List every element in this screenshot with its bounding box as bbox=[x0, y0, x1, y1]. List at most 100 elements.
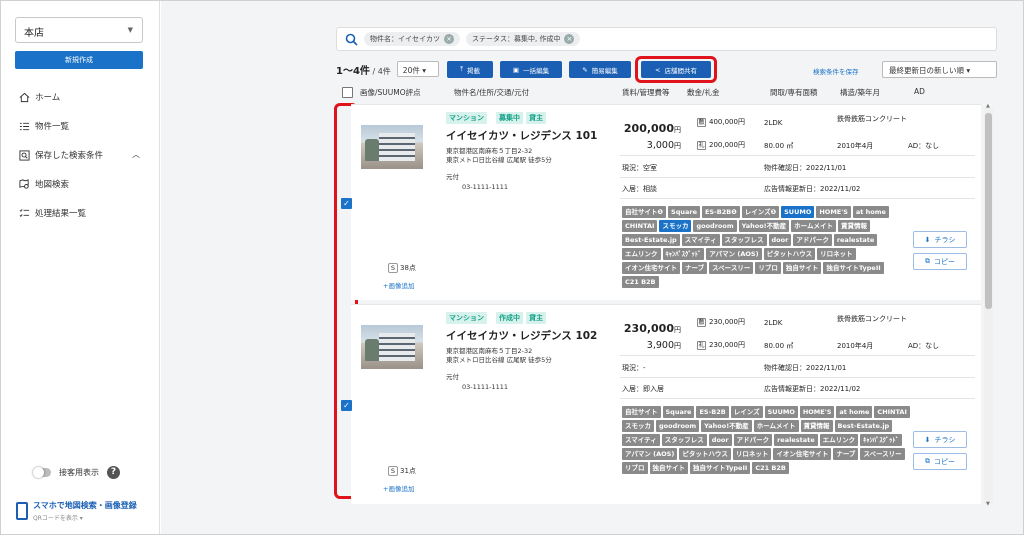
mobile-promo[interactable]: スマホで地図検索・画像登録 QRコードを表示 ▾ bbox=[16, 500, 137, 522]
portal-site-tag[interactable]: ピタットハウス bbox=[679, 448, 731, 460]
portal-site-tag[interactable]: Square bbox=[668, 206, 700, 218]
portal-site-tag[interactable]: ナーブ bbox=[682, 262, 708, 274]
portal-site-tag[interactable]: HOME'S bbox=[816, 206, 851, 218]
scrollbar-thumb[interactable] bbox=[985, 113, 992, 309]
portal-site-tag[interactable]: Square bbox=[662, 406, 695, 418]
filter-chip-status[interactable]: ステータス：募集中, 作成中 × bbox=[466, 32, 581, 46]
search-bar[interactable]: 物件名：イイセイカツ × ステータス：募集中, 作成中 × bbox=[336, 27, 997, 51]
portal-site-tag[interactable]: realestate bbox=[833, 234, 878, 246]
portal-site-tag[interactable]: 独自サイト bbox=[782, 262, 822, 274]
portal-site-tag[interactable]: アドパーク bbox=[793, 234, 832, 246]
portal-site-tag[interactable]: スタッフレス bbox=[721, 234, 767, 246]
add-image-link[interactable]: +画像追加 bbox=[383, 280, 414, 290]
portal-site-tag[interactable]: イオン住宅サイト bbox=[773, 448, 832, 460]
portal-site-tag[interactable]: Yahoo!不動産 bbox=[701, 420, 752, 432]
portal-site-tag[interactable]: SUUMO bbox=[781, 206, 815, 218]
portal-site-tag[interactable]: アドパーク bbox=[733, 434, 773, 446]
row-checkbox[interactable]: ✓ bbox=[341, 400, 352, 411]
portal-site-tag[interactable]: ｷｬﾝﾊﾟｽｸﾞｯﾄﾞ bbox=[662, 248, 705, 260]
portal-site-tag[interactable]: 賃貸情報 bbox=[837, 220, 870, 232]
qr-code-link[interactable]: QRコードを表示 ▾ bbox=[33, 513, 137, 522]
property-photo[interactable] bbox=[361, 125, 423, 169]
sidebar-item-home[interactable]: ホーム bbox=[19, 89, 60, 105]
portal-site-tag[interactable]: ホームメイト bbox=[791, 220, 836, 232]
portal-site-tag[interactable]: Best-Estate.jp bbox=[834, 420, 893, 432]
portal-site-tag[interactable]: エムリンク bbox=[819, 434, 859, 446]
scroll-up-icon[interactable]: ▲ bbox=[986, 103, 990, 109]
portal-site-tag[interactable]: 自社サイト bbox=[622, 406, 661, 418]
help-icon[interactable]: ? bbox=[107, 466, 120, 479]
portal-site-tag[interactable]: ｷｬﾝﾊﾟｽｸﾞｯﾄﾞ bbox=[860, 434, 902, 446]
select-all-checkbox[interactable] bbox=[342, 87, 353, 98]
row-checkbox[interactable]: ✓ bbox=[341, 198, 352, 209]
portal-site-tag[interactable]: スマイティ bbox=[681, 234, 720, 246]
portal-site-tag[interactable]: リブロ bbox=[622, 462, 648, 474]
portal-site-tag[interactable]: ES-B2B❶ bbox=[701, 206, 740, 218]
property-name[interactable]: イイセイカツ・レジデンス 101 bbox=[446, 128, 597, 143]
add-image-link[interactable]: +画像追加 bbox=[383, 483, 414, 493]
portal-site-tag[interactable]: スペースリー bbox=[860, 448, 905, 460]
portal-site-tag[interactable]: CHINTAI bbox=[874, 406, 910, 418]
sidebar-item-list[interactable]: 物件一覧 bbox=[19, 118, 69, 134]
copy-button[interactable]: ⧉ コピー bbox=[913, 453, 967, 470]
portal-site-tag[interactable]: realestate bbox=[774, 434, 818, 446]
bulk-edit-button[interactable]: ▣ 一括編集 bbox=[500, 61, 562, 78]
close-icon[interactable]: × bbox=[444, 34, 454, 44]
sort-select[interactable]: 最終更新日の新しい順 ▾ bbox=[882, 61, 997, 78]
quick-edit-button[interactable]: ✎ 簡易編集 bbox=[569, 61, 631, 78]
publish-button[interactable]: ⤒ 掲載 bbox=[447, 61, 493, 78]
close-icon[interactable]: × bbox=[564, 34, 575, 44]
portal-site-tag[interactable]: Best-Estate.jp bbox=[622, 234, 680, 246]
portal-site-tag[interactable]: 独自サイト bbox=[649, 462, 688, 474]
portal-site-tag[interactable]: リロネット bbox=[732, 448, 772, 460]
copy-button[interactable]: ⧉ コピー bbox=[913, 253, 967, 270]
portal-site-tag[interactable]: ナーブ bbox=[833, 448, 859, 460]
portal-site-tag[interactable]: スモッカ bbox=[622, 420, 654, 432]
portal-site-tag[interactable]: 独自サイトTypeII bbox=[690, 462, 751, 474]
portal-site-tag[interactable]: door bbox=[768, 234, 792, 246]
flyer-button[interactable]: ⬇ チラシ bbox=[913, 431, 967, 448]
property-photo[interactable] bbox=[361, 325, 423, 369]
chevron-up-icon[interactable]: ︿ bbox=[132, 149, 140, 160]
portal-site-tag[interactable]: レインズ bbox=[730, 406, 763, 418]
portal-site-tag[interactable]: スタッフレス bbox=[661, 434, 707, 446]
sidebar-item-results[interactable]: 処理結果一覧 bbox=[19, 205, 86, 221]
portal-site-tag[interactable]: C21 B2B bbox=[752, 462, 789, 474]
portal-site-tag[interactable]: 独自サイトTypeII bbox=[823, 262, 884, 274]
property-name[interactable]: イイセイカツ・レジデンス 102 bbox=[446, 328, 597, 343]
portal-site-tag[interactable]: スペースリー bbox=[709, 262, 754, 274]
portal-site-tag[interactable]: Yahoo!不動産 bbox=[738, 220, 790, 232]
portal-site-tag[interactable]: 自社サイト❶ bbox=[622, 206, 667, 218]
portal-site-tag[interactable]: アパマン (AOS) bbox=[622, 448, 678, 460]
portal-site-tag[interactable]: ES-B2B bbox=[696, 406, 729, 418]
portal-site-tag[interactable]: CHINTAI bbox=[622, 220, 658, 232]
portal-site-tag[interactable]: イオン住宅サイト bbox=[622, 262, 680, 274]
portal-site-tag[interactable]: アパマン (AOS) bbox=[706, 248, 762, 260]
sidebar-item-saved-search[interactable]: 保存した検索条件 bbox=[19, 147, 103, 163]
portal-site-tag[interactable]: SUUMO bbox=[764, 406, 798, 418]
portal-site-tag[interactable]: エムリンク bbox=[622, 248, 661, 260]
portal-site-tag[interactable]: ホームメイト bbox=[753, 420, 799, 432]
scrollbar[interactable] bbox=[984, 108, 993, 504]
portal-site-tag[interactable]: HOME'S bbox=[799, 406, 835, 418]
new-create-button[interactable]: 新規作成 bbox=[15, 51, 143, 69]
portal-site-tag[interactable]: リロネット bbox=[817, 248, 856, 260]
per-page-select[interactable]: 20件 ▾ bbox=[396, 61, 439, 77]
portal-site-tag[interactable]: 賃貸情報 bbox=[800, 420, 833, 432]
customer-view-toggle[interactable] bbox=[33, 467, 51, 478]
store-select[interactable]: 本店 ▼ bbox=[15, 17, 143, 43]
scroll-down-icon[interactable]: ▼ bbox=[986, 501, 990, 507]
save-search-link[interactable]: 検索条件を保存 bbox=[813, 66, 859, 76]
portal-site-tag[interactable]: goodroom bbox=[656, 420, 700, 432]
portal-site-tag[interactable]: at home bbox=[852, 206, 889, 218]
portal-site-tag[interactable]: ピタットハウス bbox=[763, 248, 816, 260]
portal-site-tag[interactable]: door bbox=[708, 434, 732, 446]
portal-site-tag[interactable]: goodroom bbox=[693, 220, 737, 232]
filter-chip-name[interactable]: 物件名：イイセイカツ × bbox=[364, 32, 460, 46]
portal-site-tag[interactable]: スマイティ bbox=[622, 434, 660, 446]
portal-site-tag[interactable]: スモッカ bbox=[659, 220, 692, 232]
portal-site-tag[interactable]: C21 B2B bbox=[622, 276, 659, 288]
portal-site-tag[interactable]: リブロ bbox=[755, 262, 781, 274]
sidebar-item-map-search[interactable]: 地図検索 bbox=[19, 176, 69, 192]
portal-site-tag[interactable]: at home bbox=[836, 406, 873, 418]
